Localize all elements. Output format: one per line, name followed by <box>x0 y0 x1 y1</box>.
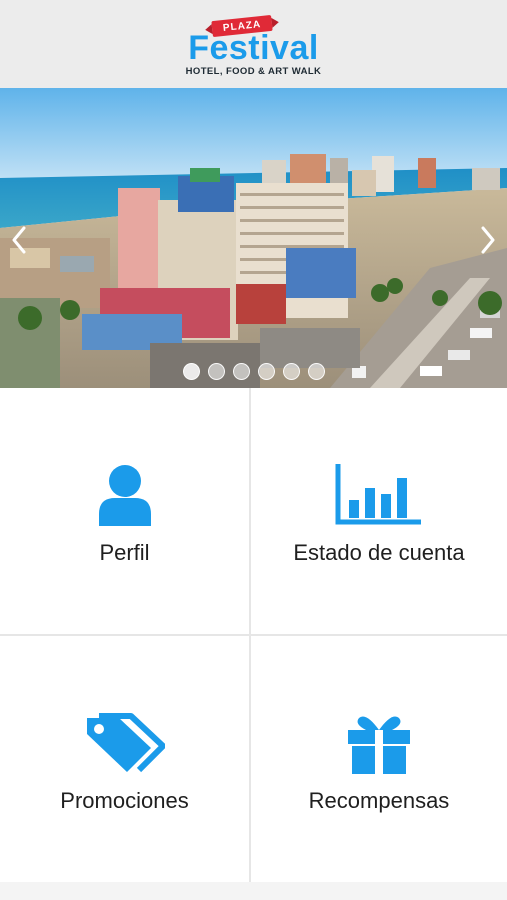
carousel-dots <box>0 363 507 380</box>
user-icon <box>97 456 153 526</box>
menu-label-recompensas: Recompensas <box>308 788 450 813</box>
carousel-prev-button[interactable] <box>4 220 34 260</box>
carousel-dot[interactable] <box>207 363 225 380</box>
menu-tile-promociones[interactable]: Promociones <box>0 636 249 882</box>
bar-chart-icon <box>335 456 423 526</box>
carousel-dot[interactable] <box>182 363 200 380</box>
carousel-photo <box>0 88 507 388</box>
carousel-dot[interactable] <box>307 363 325 380</box>
chevron-left-icon <box>12 226 26 254</box>
app-header: PLAZA Festival HOTEL, FOOD & ART WALK <box>0 0 507 88</box>
menu-tile-estado-de-cuenta[interactable]: Estado de cuenta <box>251 388 507 634</box>
bottom-edge <box>0 882 507 900</box>
carousel-dot[interactable] <box>257 363 275 380</box>
image-carousel[interactable] <box>0 88 507 388</box>
chevron-right-icon <box>481 226 495 254</box>
menu-tile-perfil[interactable]: Perfil <box>0 388 249 634</box>
menu-label-estado-de-cuenta: Estado de cuenta <box>293 540 465 565</box>
menu-tile-recompensas[interactable]: Recompensas <box>251 636 507 882</box>
main-menu-grid: Perfil Estado de cuenta Promociones Reco… <box>0 388 507 882</box>
carousel-dot[interactable] <box>282 363 300 380</box>
logo-tagline: HOTEL, FOOD & ART WALK <box>185 66 322 77</box>
logo-name: Festival <box>188 29 319 67</box>
tags-icon <box>85 704 165 774</box>
gift-icon <box>346 704 412 774</box>
menu-label-promociones: Promociones <box>60 788 189 813</box>
plaza-festival-logo: PLAZA Festival HOTEL, FOOD & ART WALK <box>174 9 334 79</box>
carousel-next-button[interactable] <box>473 220 503 260</box>
menu-label-perfil: Perfil <box>99 540 150 565</box>
carousel-dot[interactable] <box>232 363 250 380</box>
